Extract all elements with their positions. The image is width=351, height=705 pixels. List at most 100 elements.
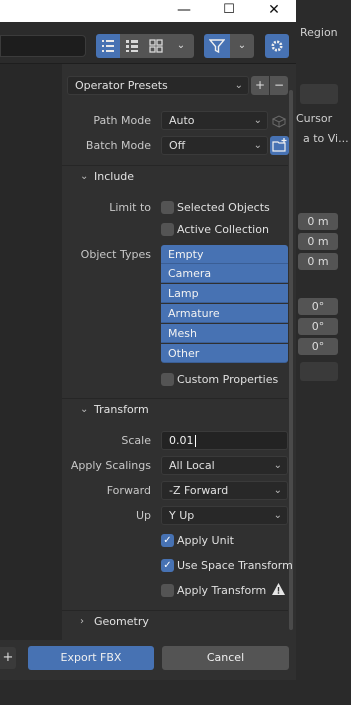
- file-browser-toolbar: ⌄ ⌄: [0, 22, 296, 64]
- chevron-down-icon: ⌄: [234, 80, 243, 91]
- eyedropper-field[interactable]: [300, 84, 338, 104]
- object-type-mesh[interactable]: Mesh: [161, 324, 288, 343]
- selected-objects-checkbox[interactable]: [161, 201, 174, 214]
- apply-scalings-dropdown[interactable]: All Local ⌄: [161, 456, 288, 475]
- warning-icon: [271, 582, 286, 596]
- custom-properties-label: Custom Properties: [177, 373, 279, 386]
- cancel-button[interactable]: Cancel: [162, 646, 289, 670]
- list-view-button[interactable]: [96, 34, 120, 58]
- include-section-header[interactable]: ⌄ Include: [62, 165, 288, 187]
- scale-label: Scale: [121, 434, 151, 447]
- folder-add-icon: [272, 138, 287, 152]
- batch-own-dir-toggle[interactable]: [270, 136, 289, 155]
- apply-scalings-value: All Local: [169, 459, 215, 472]
- filter-options-dropdown[interactable]: ⌄: [230, 34, 254, 58]
- apply-transform-label: Apply Transform: [177, 584, 267, 597]
- to-view-label: a to Vi...: [303, 132, 349, 145]
- forward-axis-dropdown[interactable]: -Z Forward ⌄: [161, 481, 288, 500]
- object-type-lamp[interactable]: Lamp: [161, 284, 288, 303]
- object-type-camera[interactable]: Camera: [161, 264, 288, 283]
- use-space-transform-label: Use Space Transform: [177, 559, 293, 572]
- up-axis-value: Y Up: [169, 509, 195, 522]
- large-thumbnail-icon: [149, 39, 163, 53]
- location-x-field[interactable]: 0 m: [298, 213, 338, 230]
- forward-label: Forward: [106, 484, 151, 497]
- transform-section-title: Transform: [94, 403, 149, 416]
- chevron-down-icon: ⌄: [273, 510, 282, 521]
- limit-to-label: Limit to: [109, 201, 151, 214]
- list-view-icon: [102, 40, 114, 52]
- up-axis-dropdown[interactable]: Y Up ⌄: [161, 506, 288, 525]
- path-mode-dropdown[interactable]: Auto ⌄: [161, 111, 268, 130]
- selected-objects-label: Selected Objects: [177, 201, 270, 214]
- remove-preset-button[interactable]: −: [270, 76, 288, 95]
- cursor-label: Cursor: [296, 112, 333, 125]
- batch-mode-dropdown[interactable]: Off ⌄: [161, 136, 268, 155]
- add-preset-button[interactable]: +: [251, 76, 269, 95]
- display-mode-dropdown[interactable]: ⌄: [168, 34, 194, 58]
- chevron-down-icon: ⌄: [253, 115, 262, 126]
- operator-presets-dropdown[interactable]: Operator Presets ⌄: [67, 76, 249, 95]
- chevron-down-icon: ⌄: [80, 404, 89, 415]
- large-thumbnail-button[interactable]: [144, 34, 168, 58]
- chevron-down-icon: ⌄: [273, 460, 282, 471]
- funnel-icon: [208, 39, 226, 54]
- export-fbx-button[interactable]: Export FBX: [28, 646, 154, 670]
- mode-dropdown[interactable]: [300, 362, 338, 381]
- transform-section-header[interactable]: ⌄ Transform: [62, 398, 288, 420]
- chevron-down-icon: ⌄: [176, 40, 186, 51]
- scale-value: 0.01: [169, 434, 194, 447]
- settings-toggle-button[interactable]: [265, 34, 289, 58]
- embed-textures-toggle[interactable]: [271, 113, 287, 128]
- chevron-right-icon: ›: [80, 616, 84, 627]
- gear-icon: [271, 40, 283, 52]
- active-collection-checkbox[interactable]: [161, 223, 174, 236]
- geometry-section-header[interactable]: › Geometry: [62, 610, 288, 632]
- file-list-area[interactable]: [0, 64, 62, 670]
- batch-mode-label: Batch Mode: [85, 139, 151, 152]
- add-bookmark-button[interactable]: +: [0, 647, 16, 669]
- chevron-down-icon: ⌄: [80, 171, 89, 182]
- text-cursor: [194, 435, 196, 447]
- path-mode-value: Auto: [169, 114, 195, 127]
- checkmark-icon: ✓: [163, 560, 172, 571]
- filter-toggle-button[interactable]: [204, 34, 230, 58]
- maximize-button[interactable]: ☐: [205, 0, 253, 22]
- small-thumbnail-icon: [126, 40, 138, 52]
- apply-scalings-label: Apply Scalings: [70, 459, 151, 472]
- apply-transform-checkbox[interactable]: [161, 584, 174, 597]
- apply-unit-label: Apply Unit: [177, 534, 234, 547]
- location-z-field[interactable]: 0 m: [298, 253, 338, 270]
- forward-axis-value: -Z Forward: [169, 484, 229, 497]
- region-label: Region: [300, 26, 338, 39]
- include-section-title: Include: [94, 170, 135, 183]
- chevron-down-icon: ⌄: [273, 485, 282, 496]
- object-types-label: Object Types: [80, 248, 151, 261]
- object-type-armature[interactable]: Armature: [161, 304, 288, 323]
- rotation-z-field[interactable]: 0°: [298, 338, 338, 355]
- chevron-down-icon: ⌄: [237, 40, 247, 51]
- path-mode-label: Path Mode: [93, 114, 151, 127]
- up-label: Up: [135, 509, 151, 522]
- apply-unit-checkbox[interactable]: ✓: [161, 534, 174, 547]
- rotation-y-field[interactable]: 0°: [298, 318, 338, 335]
- scale-input[interactable]: 0.01: [161, 431, 288, 450]
- properties-scrollbar[interactable]: [289, 90, 293, 630]
- minimize-button[interactable]: —: [160, 0, 208, 22]
- geometry-section-title: Geometry: [94, 615, 149, 628]
- title-bar: — ☐ ✕: [0, 0, 296, 22]
- package-icon: [271, 115, 287, 128]
- chevron-down-icon: ⌄: [253, 140, 262, 151]
- custom-properties-checkbox[interactable]: [161, 373, 174, 386]
- object-type-other[interactable]: Other: [161, 344, 288, 363]
- location-y-field[interactable]: 0 m: [298, 233, 338, 250]
- rotation-x-field[interactable]: 0°: [298, 298, 338, 315]
- object-type-empty[interactable]: Empty: [161, 245, 288, 264]
- active-collection-label: Active Collection: [177, 223, 269, 236]
- use-space-transform-checkbox[interactable]: ✓: [161, 559, 174, 572]
- close-button[interactable]: ✕: [250, 0, 298, 22]
- directory-path-field[interactable]: [0, 35, 86, 57]
- small-thumbnail-button[interactable]: [120, 34, 144, 58]
- file-export-dialog: — ☐ ✕ ⌄ ⌄ Operator Presets ⌄ + − Path Mo…: [0, 0, 296, 680]
- operator-presets-label: Operator Presets: [75, 79, 168, 92]
